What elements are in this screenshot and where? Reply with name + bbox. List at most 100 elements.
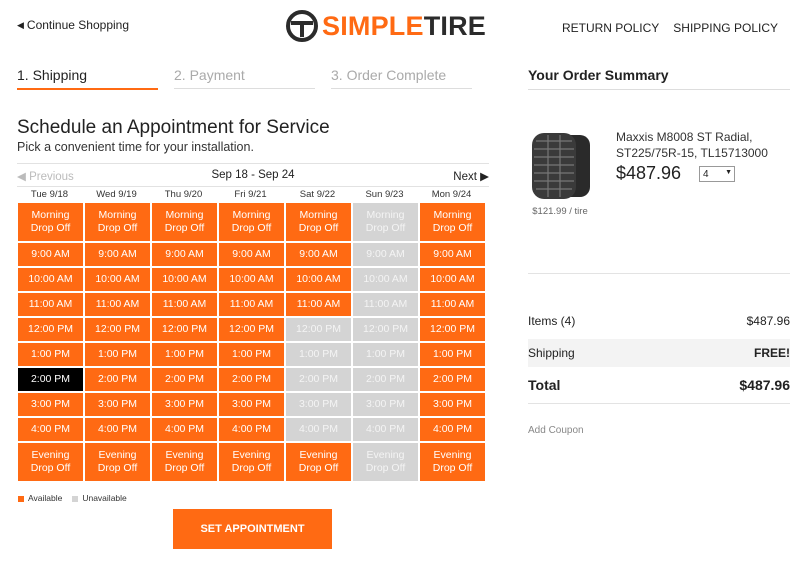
time-slot[interactable]: 1:00 PM	[420, 343, 485, 366]
time-slot[interactable]: Evening Drop Off	[18, 443, 83, 481]
time-slot[interactable]: Morning Drop Off	[286, 203, 351, 241]
time-slot[interactable]: 3:00 PM	[219, 393, 284, 416]
total-row: Total $487.96	[528, 371, 790, 399]
time-slot[interactable]: 12:00 PM	[152, 318, 217, 341]
time-slot[interactable]: 12:00 PM	[85, 318, 150, 341]
time-slot-unavailable: 2:00 PM	[353, 368, 418, 391]
items-label: Items (4)	[528, 314, 576, 328]
day-header: Sun 9/23	[365, 189, 404, 200]
time-slot[interactable]: Morning Drop Off	[152, 203, 217, 241]
time-slot[interactable]: 3:00 PM	[18, 393, 83, 416]
step-payment: 2. Payment	[174, 67, 315, 89]
time-slot[interactable]: 11:00 AM	[219, 293, 284, 316]
time-slot[interactable]: 9:00 AM	[85, 243, 150, 266]
time-slot-unavailable: Evening Drop Off	[353, 443, 418, 481]
time-slot[interactable]: 11:00 AM	[152, 293, 217, 316]
brand-tire: TIRE	[423, 10, 487, 41]
time-slot[interactable]: 9:00 AM	[286, 243, 351, 266]
time-slot-unavailable: 12:00 PM	[353, 318, 418, 341]
tire-icon	[528, 131, 592, 201]
continue-shopping-link[interactable]: ◀ Continue Shopping	[17, 18, 129, 32]
time-slot[interactable]: 2:00 PM	[420, 368, 485, 391]
time-slot-selected[interactable]: 2:00 PM	[18, 368, 83, 391]
set-appointment-button[interactable]: SET APPOINTMENT	[173, 509, 332, 549]
shipping-value: FREE!	[754, 346, 790, 360]
time-slot[interactable]: 9:00 AM	[18, 243, 83, 266]
time-slot[interactable]: 4:00 PM	[420, 418, 485, 441]
time-slot-unavailable: Morning Drop Off	[353, 203, 418, 241]
time-slot[interactable]: 9:00 AM	[420, 243, 485, 266]
shipping-row: Shipping FREE!	[528, 339, 790, 367]
time-slot-unavailable: 9:00 AM	[353, 243, 418, 266]
legend-unavailable: Unavailable	[72, 493, 127, 503]
time-slot[interactable]: Morning Drop Off	[18, 203, 83, 241]
appointment-grid: Morning Drop Off Morning Drop Off Morning Dro…	[18, 203, 489, 481]
time-slot[interactable]: 1:00 PM	[85, 343, 150, 366]
time-slot[interactable]: 4:00 PM	[152, 418, 217, 441]
time-slot[interactable]: 3:00 PM	[152, 393, 217, 416]
next-label: Next	[453, 171, 477, 183]
time-slot-unavailable: 10:00 AM	[353, 268, 418, 291]
time-slot[interactable]: 11:00 AM	[85, 293, 150, 316]
simpletire-logo[interactable]: SIMPLETIRE	[285, 9, 486, 43]
time-slot[interactable]: Evening Drop Off	[85, 443, 150, 481]
chevron-right-icon: ▶	[480, 171, 489, 183]
summary-divider	[528, 273, 790, 274]
quantity-select[interactable]: 4 ▼	[699, 166, 735, 182]
day-header: Mon 9/24	[431, 189, 472, 200]
time-slot[interactable]: Morning Drop Off	[219, 203, 284, 241]
product-name[interactable]: Maxxis M8008 ST Radial, ST225/75R-15, TL…	[616, 130, 786, 161]
time-slot[interactable]: 12:00 PM	[219, 318, 284, 341]
time-slot[interactable]: 1:00 PM	[152, 343, 217, 366]
time-slot[interactable]: 9:00 AM	[152, 243, 217, 266]
time-slot[interactable]: Evening Drop Off	[286, 443, 351, 481]
total-divider	[528, 403, 790, 404]
add-coupon-link[interactable]: Add Coupon	[528, 425, 584, 436]
chevron-down-icon: ▼	[725, 169, 732, 176]
time-slot[interactable]: 4:00 PM	[85, 418, 150, 441]
time-slot[interactable]: Evening Drop Off	[420, 443, 485, 481]
time-slot-unavailable: 4:00 PM	[353, 418, 418, 441]
time-slot[interactable]: 11:00 AM	[420, 293, 485, 316]
time-slot[interactable]: 11:00 AM	[18, 293, 83, 316]
time-slot[interactable]: 10:00 AM	[85, 268, 150, 291]
day-header: Sat 9/22	[299, 189, 336, 200]
order-summary-title: Your Order Summary	[528, 67, 790, 90]
shipping-policy-link[interactable]: SHIPPING POLICY	[673, 21, 778, 35]
time-slot[interactable]: 4:00 PM	[219, 418, 284, 441]
time-slot[interactable]: 3:00 PM	[420, 393, 485, 416]
time-slot[interactable]: Evening Drop Off	[152, 443, 217, 481]
time-slot[interactable]: 9:00 AM	[219, 243, 284, 266]
time-slot[interactable]: 10:00 AM	[152, 268, 217, 291]
unavailable-swatch	[72, 495, 79, 502]
week-range: Sep 18 - Sep 24	[211, 169, 295, 181]
available-swatch	[18, 495, 24, 502]
time-slot[interactable]: 3:00 PM	[85, 393, 150, 416]
time-slot[interactable]: 10:00 AM	[219, 268, 284, 291]
time-slot[interactable]: 12:00 PM	[18, 318, 83, 341]
shipping-label: Shipping	[528, 346, 575, 360]
time-slot[interactable]: 2:00 PM	[85, 368, 150, 391]
time-slot[interactable]: 10:00 AM	[18, 268, 83, 291]
total-label: Total	[528, 377, 561, 393]
time-slot[interactable]: Morning Drop Off	[85, 203, 150, 241]
return-policy-link[interactable]: RETURN POLICY	[562, 21, 659, 35]
time-slot-unavailable: 12:00 PM	[286, 318, 351, 341]
brand-simple: SIMPLE	[322, 10, 424, 41]
time-slot[interactable]: 4:00 PM	[18, 418, 83, 441]
time-slot[interactable]: 10:00 AM	[420, 268, 485, 291]
time-slot[interactable]: 2:00 PM	[152, 368, 217, 391]
time-slot[interactable]: 1:00 PM	[18, 343, 83, 366]
time-slot[interactable]: 10:00 AM	[286, 268, 351, 291]
time-slot[interactable]: 11:00 AM	[286, 293, 351, 316]
items-value: $487.96	[746, 314, 790, 328]
day-header-row: Tue 9/18 Wed 9/19 Thu 9/20 Fri 9/21 Sat 9/22…	[17, 186, 489, 200]
next-week-button[interactable]: Next ▶	[453, 169, 489, 183]
time-slot[interactable]: 2:00 PM	[219, 368, 284, 391]
time-slot[interactable]: Morning Drop Off	[420, 203, 485, 241]
tire-logo-icon	[286, 10, 318, 42]
schedule-title: Schedule an Appointment for Service	[17, 117, 330, 138]
time-slot[interactable]: 12:00 PM	[420, 318, 485, 341]
time-slot[interactable]: Evening Drop Off	[219, 443, 284, 481]
time-slot[interactable]: 1:00 PM	[219, 343, 284, 366]
